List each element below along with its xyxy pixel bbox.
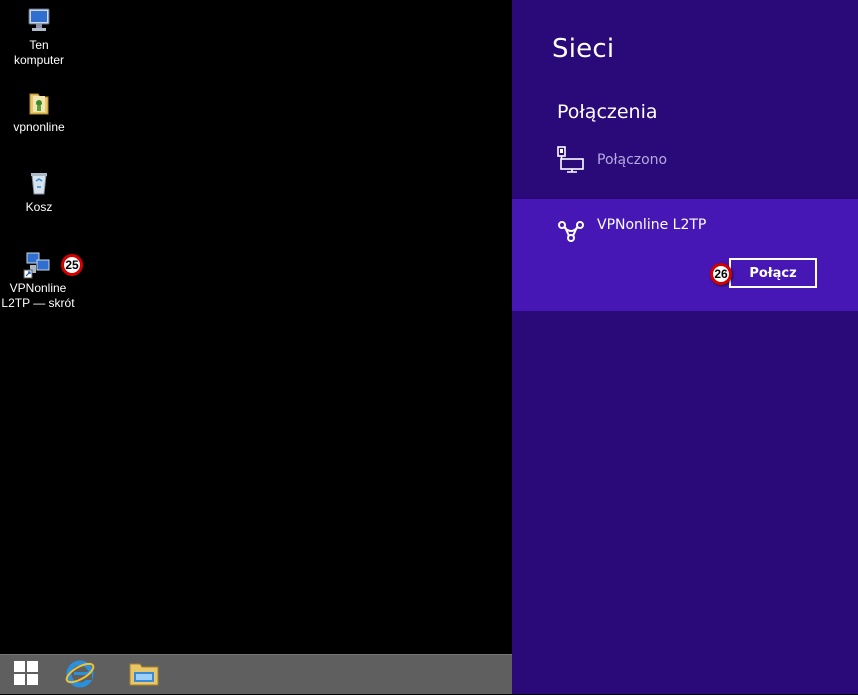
file-explorer-icon: [128, 658, 160, 692]
panel-title: Sieci: [552, 34, 615, 64]
network-connection-icon: [23, 249, 53, 279]
vpn-connection-name: VPNonline L2TP: [597, 217, 707, 233]
start-button[interactable]: [0, 655, 52, 695]
recycle-bin-icon: [24, 168, 54, 198]
section-heading: Połączenia: [557, 101, 658, 123]
vpn-icon: [557, 219, 585, 247]
step-badge-26: 26: [710, 263, 732, 285]
desktop-icon-recycle-bin[interactable]: Kosz: [1, 168, 77, 215]
desktop-icon-label: Kosz: [25, 200, 53, 214]
desktop-icon-this-pc[interactable]: Ten komputer: [1, 6, 77, 68]
internet-explorer-icon: [64, 657, 96, 693]
desktop-icon-label: VPNonline L2TP — skrót: [1, 281, 75, 310]
taskbar-file-explorer[interactable]: [118, 655, 170, 695]
ethernet-icon: [556, 146, 586, 178]
connection-status: Połączono: [597, 152, 668, 168]
desktop-icon-label: Ten komputer: [13, 38, 65, 67]
vpn-connection-item[interactable]: VPNonline L2TP Połącz: [512, 199, 858, 311]
start-icon: [13, 660, 39, 690]
desktop-icon-vpnonline[interactable]: vpnonline: [1, 88, 77, 135]
step-badge-25: 25: [61, 254, 83, 276]
folder-icon: [24, 88, 54, 118]
desktop: Ten komputer vpnonline Kosz VPNonline L2…: [0, 0, 512, 694]
taskbar-internet-explorer[interactable]: [54, 655, 106, 695]
ethernet-connection-item[interactable]: Połączono: [556, 146, 836, 176]
connect-button[interactable]: Połącz: [729, 258, 817, 288]
desktop-icon-label: vpnonline: [13, 120, 65, 134]
computer-icon: [24, 6, 54, 36]
networks-charm-panel: Sieci Połączenia Połączono VPNonline L2T…: [512, 0, 858, 694]
taskbar: [0, 654, 512, 694]
